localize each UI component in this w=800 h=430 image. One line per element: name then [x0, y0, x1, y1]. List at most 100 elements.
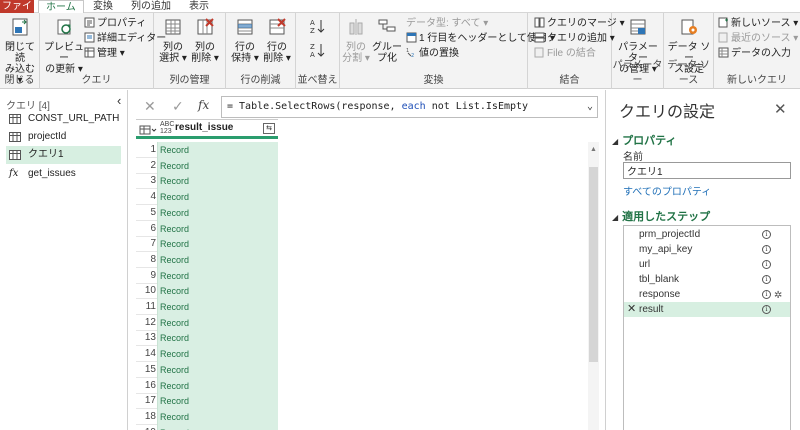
record-cell[interactable]: Record	[157, 142, 278, 158]
append-queries-button[interactable]: クエリの追加 ▾	[534, 32, 615, 46]
tab-add-column[interactable]: 列の追加	[124, 0, 178, 13]
recent-sources-button[interactable]: 最近のソース ▾	[718, 32, 798, 46]
applied-step-item[interactable]: response i ✲	[624, 287, 790, 302]
record-cell[interactable]: Record	[157, 299, 278, 315]
query-item-projectid[interactable]: projectId	[6, 128, 121, 146]
manage-button[interactable]: 管理 ▾	[84, 47, 125, 61]
table-row[interactable]: 17 Record	[136, 393, 278, 410]
step-info-icon[interactable]: i	[762, 260, 771, 269]
step-info-icon[interactable]: i	[762, 290, 771, 299]
table-row[interactable]: 14 Record	[136, 346, 278, 363]
keep-rows-button[interactable]: 行の 保持 ▾	[230, 17, 260, 64]
table-row[interactable]: 12 Record	[136, 314, 278, 331]
applied-step-item[interactable]: url i	[624, 257, 790, 272]
step-info-icon[interactable]: i	[762, 245, 771, 254]
table-row[interactable]: 11 Record	[136, 299, 278, 315]
tab-transform[interactable]: 変換	[86, 0, 120, 13]
table-menu-icon[interactable]	[136, 121, 158, 139]
record-cell[interactable]: Record	[157, 408, 278, 425]
table-row[interactable]: 18 Record	[136, 408, 278, 425]
step-info-icon[interactable]: i	[762, 230, 771, 239]
record-cell[interactable]: Record	[157, 204, 278, 221]
record-cell[interactable]: Record	[157, 189, 278, 206]
table-row[interactable]: 15 Record	[136, 361, 278, 378]
record-cell[interactable]: Record	[157, 424, 278, 430]
split-column-button[interactable]: 列の 分割 ▾	[342, 17, 370, 64]
applied-step-item[interactable]: prm_projectId i	[624, 227, 790, 242]
query-item-const-url-path[interactable]: CONST_URL_PATH (h...	[6, 110, 121, 128]
step-info-icon[interactable]: i	[762, 275, 771, 284]
delete-step-icon[interactable]: ✕	[627, 302, 636, 317]
record-cell[interactable]: Record	[157, 283, 278, 300]
scrollbar-thumb[interactable]	[589, 167, 598, 362]
table-row[interactable]: 9 Record	[136, 267, 278, 284]
combine-files-button[interactable]: File の結合	[534, 47, 596, 61]
table-row[interactable]: 2 Record	[136, 157, 278, 174]
applied-step-item[interactable]: my_api_key i	[624, 242, 790, 257]
record-cell[interactable]: Record	[157, 267, 278, 284]
append-queries-icon	[534, 32, 545, 43]
tab-view[interactable]: 表示	[182, 0, 216, 13]
table-row[interactable]: 13 Record	[136, 330, 278, 347]
record-cell[interactable]: Record	[157, 393, 278, 410]
replace-values-button[interactable]: 1 2 値の置換	[406, 47, 459, 61]
insert-function-icon[interactable]: fx	[198, 98, 209, 112]
step-info-icon[interactable]: i	[762, 305, 771, 314]
properties-button[interactable]: プロパティ	[84, 17, 146, 31]
tab-file[interactable]: ファイル	[0, 0, 34, 25]
applied-step-item[interactable]: tbl_blank i	[624, 272, 790, 287]
step-settings-gear-icon[interactable]: ✲	[774, 288, 782, 303]
record-cell[interactable]: Record	[157, 220, 278, 237]
formula-input[interactable]: = Table.SelectRows(response, each not Li…	[221, 96, 598, 118]
applied-step-item[interactable]: ✕ result i	[624, 302, 790, 317]
cancel-formula-icon[interactable]: ✕	[144, 98, 156, 115]
menu-bar: ファイル ホーム 変換 列の追加 表示	[0, 0, 800, 25]
column-type-icon[interactable]: ABC 123	[160, 121, 174, 135]
query-name-input[interactable]	[623, 162, 791, 179]
all-properties-link[interactable]: すべてのプロパティ	[623, 183, 711, 198]
column-header-result-issue[interactable]: result_issue	[175, 122, 233, 133]
record-cell[interactable]: Record	[157, 330, 278, 347]
properties-section-header[interactable]: ◢ プロパティ	[612, 132, 677, 148]
collapse-pane-icon[interactable]: ‹	[117, 93, 121, 108]
table-row[interactable]: 8 Record	[136, 251, 278, 268]
table-row[interactable]: 7 Record	[136, 236, 278, 253]
table-row[interactable]: 4 Record	[136, 189, 278, 206]
enter-data-button[interactable]: データの入力	[718, 47, 791, 61]
record-cell[interactable]: Record	[157, 377, 278, 394]
query-item-query1[interactable]: クエリ1	[6, 146, 121, 164]
tab-home[interactable]: ホーム	[38, 0, 84, 14]
table-row[interactable]: 16 Record	[136, 377, 278, 394]
table-row[interactable]: 10 Record	[136, 283, 278, 300]
sort-ascending-button[interactable]: AZ	[306, 17, 330, 42]
group-by-button[interactable]: グルー プ化	[372, 17, 402, 64]
record-cell[interactable]: Record	[157, 157, 278, 174]
scroll-up-icon[interactable]: ▲	[589, 145, 598, 154]
refresh-preview-button[interactable]: プレビュー の更新 ▾	[44, 17, 84, 75]
vertical-scrollbar[interactable]: ▲	[588, 142, 599, 430]
record-cell[interactable]: Record	[157, 346, 278, 363]
choose-columns-button[interactable]: 列の 選択 ▾	[158, 17, 188, 64]
table-row[interactable]: 3 Record	[136, 173, 278, 190]
commit-formula-icon[interactable]: ✓	[172, 98, 184, 115]
datatype-dropdown[interactable]: データ型: すべて ▾	[406, 17, 488, 31]
record-cell[interactable]: Record	[157, 173, 278, 190]
expand-formula-icon[interactable]: ⌄	[587, 97, 593, 117]
record-cell[interactable]: Record	[157, 236, 278, 253]
close-settings-icon[interactable]: ✕	[774, 100, 787, 118]
remove-columns-button[interactable]: 列の 削除 ▾	[190, 17, 220, 64]
query-item-get-issues[interactable]: fx get_issues	[6, 165, 121, 183]
applied-steps-header[interactable]: ◢ 適用したステップ	[612, 208, 710, 224]
record-cell[interactable]: Record	[157, 251, 278, 268]
new-source-button[interactable]: 新しいソース ▾	[718, 17, 798, 31]
type-line-2: 123	[160, 128, 172, 135]
record-cell[interactable]: Record	[157, 314, 278, 331]
sort-descending-button[interactable]: ZA	[306, 41, 330, 66]
remove-rows-button[interactable]: 行の 削除 ▾	[262, 17, 292, 64]
table-row[interactable]: 6 Record	[136, 220, 278, 237]
table-row[interactable]: 19Record	[136, 424, 278, 430]
table-row[interactable]: 5 Record	[136, 204, 278, 221]
expand-column-icon[interactable]: ⇆	[263, 123, 275, 134]
record-cell[interactable]: Record	[157, 361, 278, 378]
table-row[interactable]: 1 Record	[136, 142, 278, 158]
